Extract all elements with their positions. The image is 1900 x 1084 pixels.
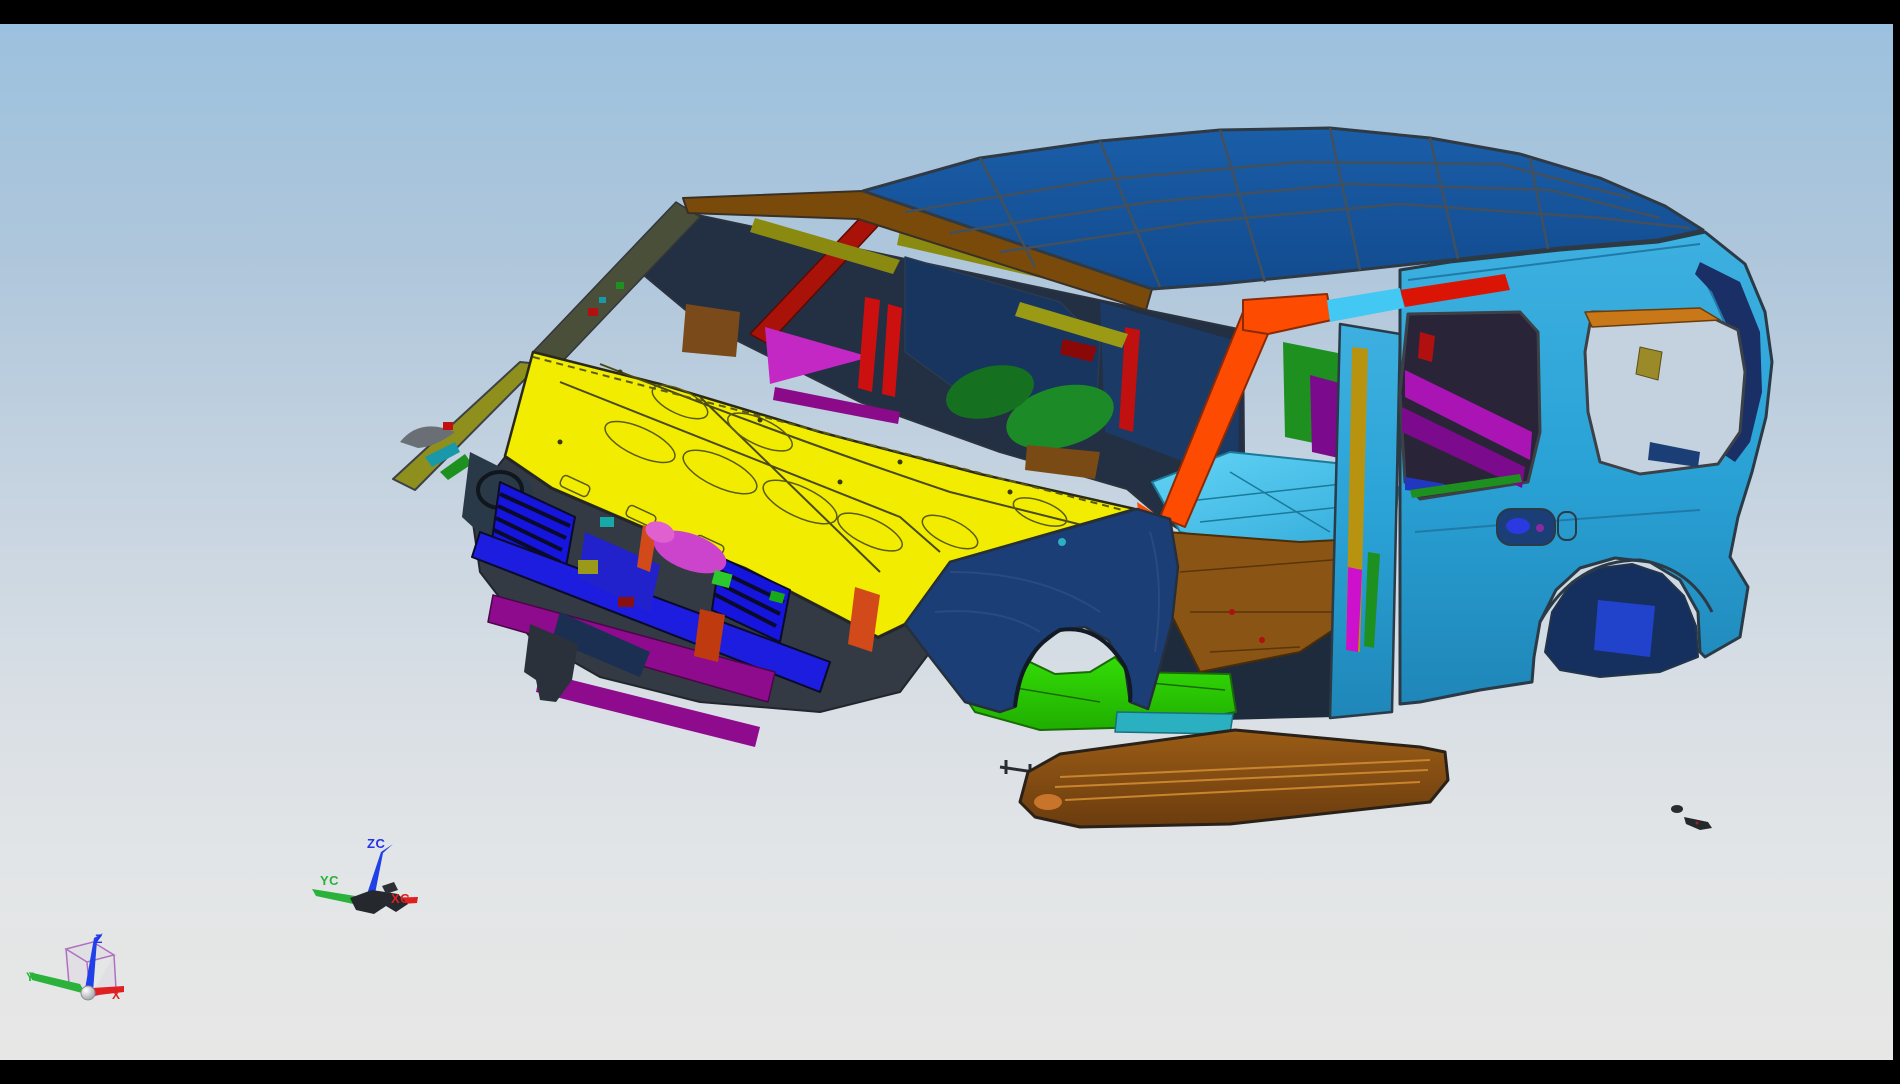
part-running-board[interactable] bbox=[1020, 730, 1448, 827]
cad-graphics-viewport[interactable]: ZC YC XC Z Y X bbox=[0, 24, 1893, 1060]
top-bar bbox=[0, 0, 1900, 24]
wcs-yc-label: YC bbox=[320, 873, 339, 888]
abs-z-label: Z bbox=[95, 932, 103, 946]
abs-origin-sphere[interactable] bbox=[81, 986, 95, 1000]
debris-fragments[interactable] bbox=[1671, 805, 1712, 830]
model-scene bbox=[0, 24, 1900, 1084]
abs-y-label: Y bbox=[26, 970, 35, 984]
wcs-xc-label: XC bbox=[391, 891, 410, 906]
absolute-triad[interactable] bbox=[29, 933, 124, 1000]
right-scrollbar-strip bbox=[1893, 0, 1900, 1060]
wcs-zc-label: ZC bbox=[367, 836, 385, 851]
car-body-model[interactable] bbox=[393, 128, 1772, 830]
abs-x-label: X bbox=[112, 988, 121, 1002]
